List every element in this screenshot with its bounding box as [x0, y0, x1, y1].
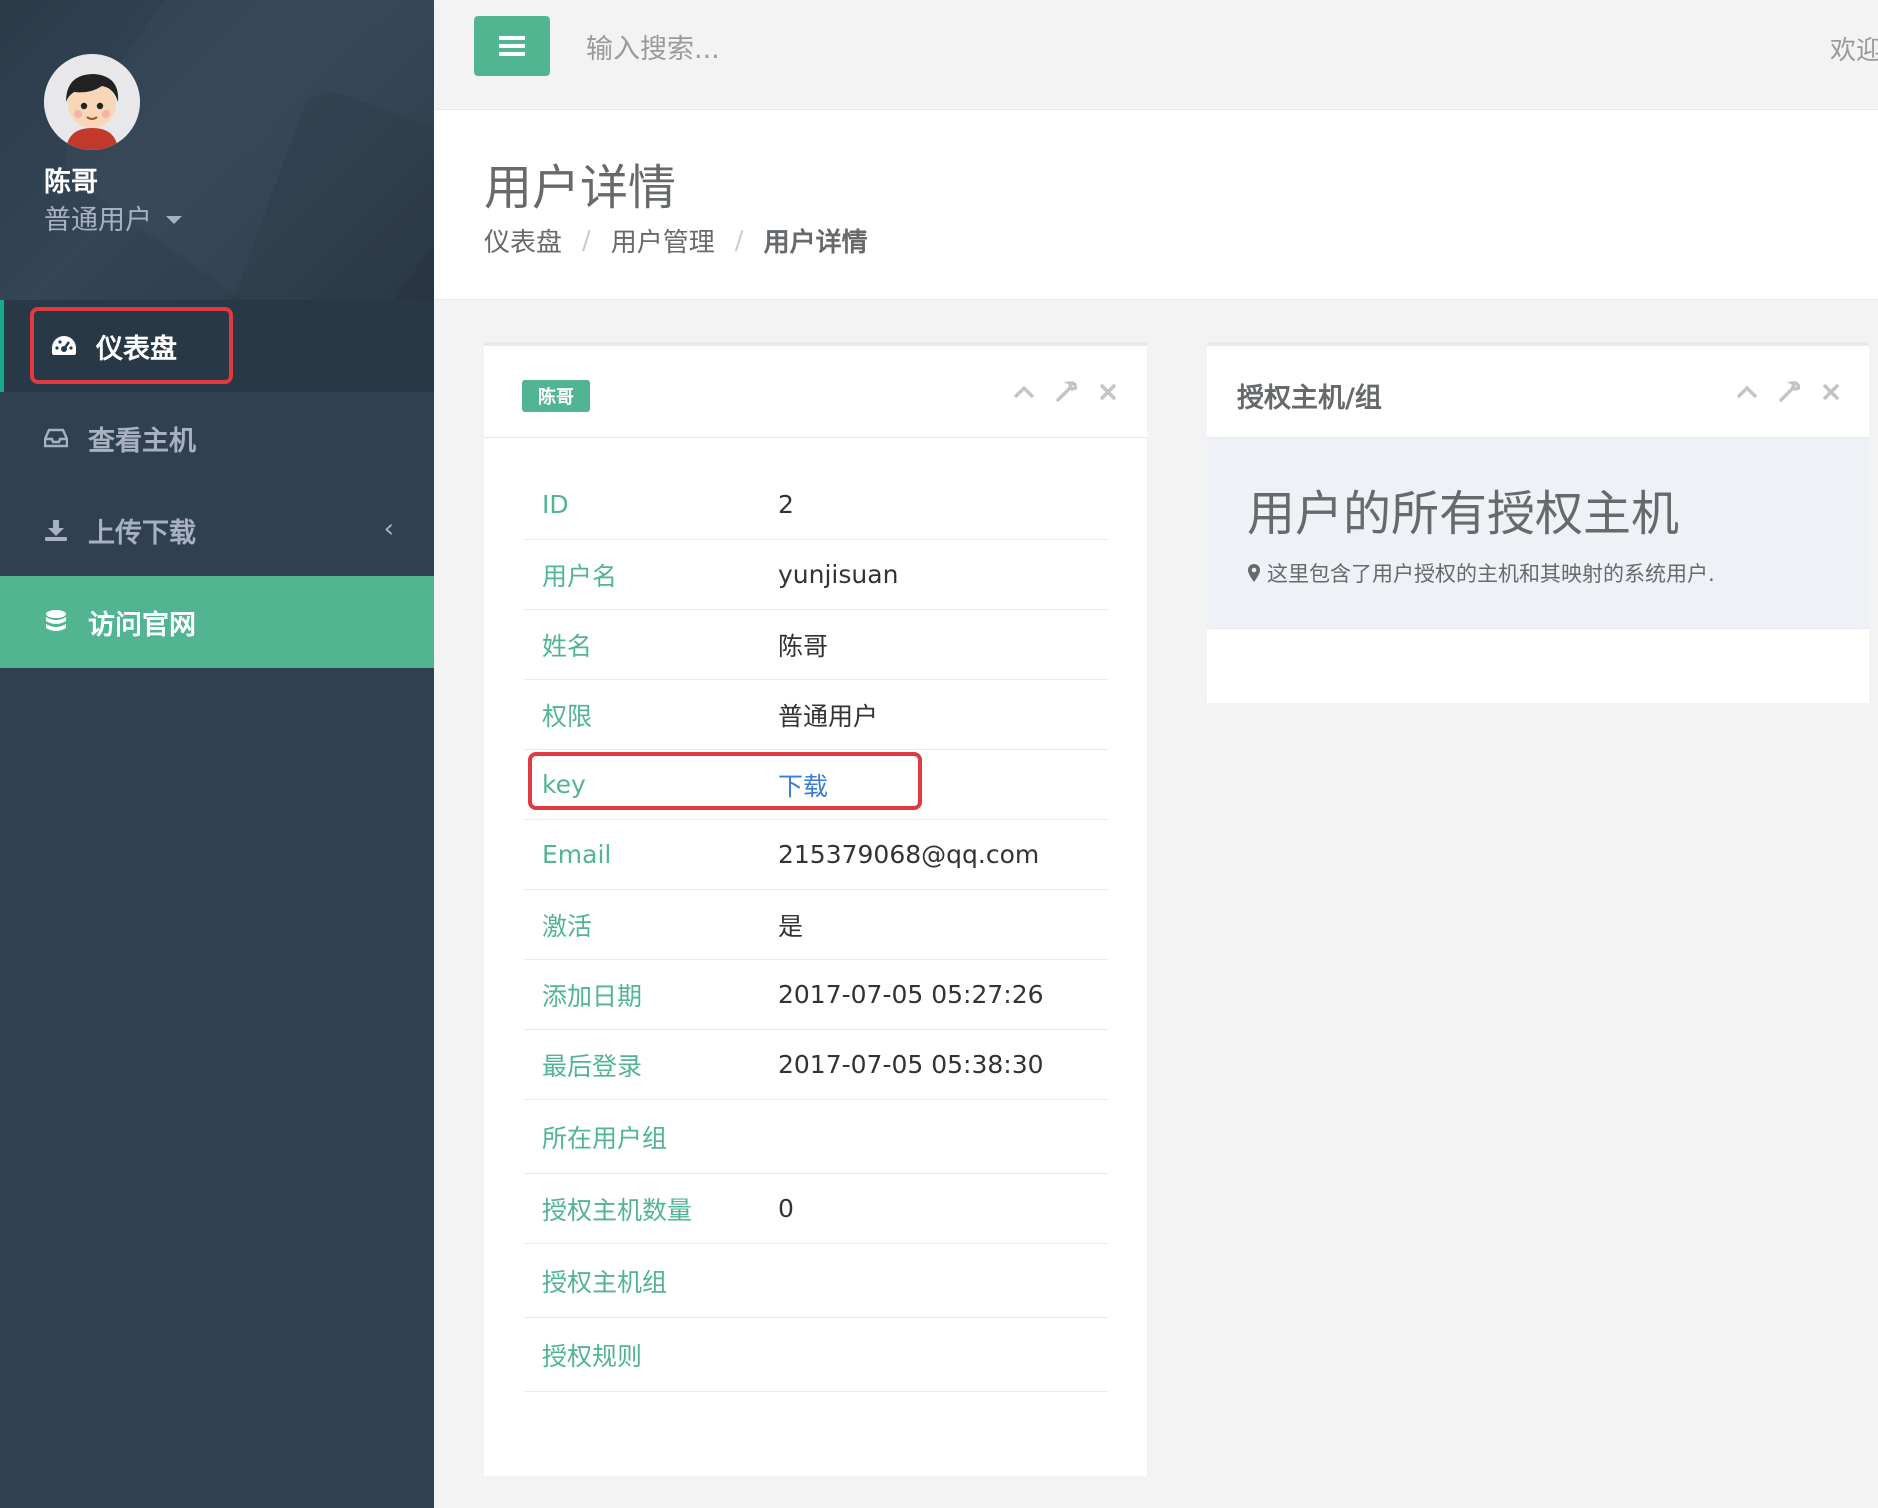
sidebar-item-upload-download[interactable]: 上传下载 ‹ — [0, 484, 434, 576]
field-value: 215379068@qq.com — [778, 840, 1040, 869]
table-row: 添加日期 2017-07-05 05:27:26 — [524, 960, 1108, 1030]
inbox-icon — [42, 424, 70, 452]
field-label: 最后登录 — [542, 1051, 643, 1081]
welcome-text: 欢迎 — [1830, 36, 1878, 66]
field-value: 2017-07-05 05:27:26 — [778, 980, 1044, 1009]
panel-title: 授权主机/组 — [1237, 383, 1382, 414]
breadcrumb-separator: / — [734, 225, 744, 256]
jumbotron-text: 这里包含了用户授权的主机和其映射的系统用户. — [1267, 562, 1715, 586]
collapse-icon[interactable] — [1012, 380, 1036, 404]
sidebar-item-visit-site[interactable]: 访问官网 — [0, 576, 434, 668]
collapse-icon[interactable] — [1735, 380, 1759, 404]
field-label: 添加日期 — [542, 981, 643, 1011]
avatar[interactable] — [44, 54, 140, 150]
highlight-box — [30, 307, 233, 384]
field-value: 陈哥 — [778, 631, 829, 661]
field-label: Email — [542, 840, 612, 869]
top-navbar: 欢迎 — [434, 0, 1878, 110]
search-input[interactable] — [584, 22, 1188, 76]
jumbotron-heading: 用户的所有授权主机 — [1247, 486, 1680, 542]
authorized-hosts-panel: 授权主机/组 用户的所有授权主机 这里包含了用户授权的主机和其映射的系统用户. — [1207, 342, 1869, 703]
highlight-box — [528, 752, 922, 810]
breadcrumb: 仪表盘 / 用户管理 / 用户详情 — [484, 222, 868, 259]
table-row: 激活 是 — [524, 890, 1108, 960]
sidebar-item-label: 上传下载 — [88, 517, 196, 549]
panel-header: 陈哥 — [484, 346, 1147, 438]
panel-tools — [1735, 380, 1843, 404]
field-value: yunjisuan — [778, 560, 899, 589]
panel-header: 授权主机/组 — [1207, 346, 1869, 438]
field-value: 是 — [778, 911, 804, 941]
wrench-icon[interactable] — [1054, 380, 1078, 404]
sidebar-item-label: 查看主机 — [88, 425, 196, 457]
field-label: ID — [542, 490, 569, 519]
field-label: 用户名 — [542, 561, 618, 591]
field-label: 姓名 — [542, 631, 593, 661]
table-row: 姓名 陈哥 — [524, 610, 1108, 680]
sidebar-item-label: 访问官网 — [88, 609, 196, 641]
table-row: 授权主机数量 0 — [524, 1174, 1108, 1244]
page-title: 用户详情 — [484, 160, 677, 216]
table-row: ID 2 — [524, 470, 1108, 540]
user-name-badge: 陈哥 — [522, 380, 590, 412]
profile-header: 陈哥 普通用户 — [0, 0, 434, 300]
field-value: 0 — [778, 1194, 794, 1223]
chevron-left-icon: ‹ — [383, 514, 394, 544]
page-heading: 用户详情 仪表盘 / 用户管理 / 用户详情 — [434, 110, 1878, 300]
close-icon[interactable] — [1819, 380, 1843, 404]
close-icon[interactable] — [1096, 380, 1120, 404]
profile-role-dropdown[interactable]: 普通用户 — [44, 198, 182, 237]
profile-role-label: 普通用户 — [44, 205, 152, 236]
hamburger-icon — [499, 36, 525, 56]
field-label: 授权主机数量 — [542, 1195, 693, 1225]
table-row: 用户名 yunjisuan — [524, 540, 1108, 610]
download-icon — [42, 516, 70, 544]
sidebar: 陈哥 普通用户 仪表盘 查看主机 上传下载 ‹ 访问官网 — [0, 0, 434, 1508]
field-value: 2017-07-05 05:38:30 — [778, 1050, 1044, 1079]
field-label: 所在用户组 — [542, 1123, 668, 1153]
field-value: 2 — [778, 490, 794, 519]
table-row: 授权规则 — [524, 1318, 1108, 1392]
field-label: 授权主机组 — [542, 1267, 668, 1297]
table-row: 所在用户组 — [524, 1100, 1108, 1174]
field-label: 权限 — [542, 701, 593, 731]
jumbotron-description: 这里包含了用户授权的主机和其映射的系统用户. — [1247, 558, 1715, 588]
map-marker-icon — [1247, 563, 1261, 583]
field-label: 授权规则 — [542, 1341, 643, 1371]
breadcrumb-item-user-management[interactable]: 用户管理 — [611, 222, 715, 259]
caret-down-icon — [166, 215, 182, 224]
hosts-jumbotron: 用户的所有授权主机 这里包含了用户授权的主机和其映射的系统用户. — [1207, 438, 1869, 629]
table-row: 授权主机组 — [524, 1244, 1108, 1318]
sidebar-item-hosts[interactable]: 查看主机 — [0, 392, 434, 484]
table-row: 最后登录 2017-07-05 05:38:30 — [524, 1030, 1108, 1100]
breadcrumb-item-dashboard[interactable]: 仪表盘 — [484, 222, 562, 259]
profile-name: 陈哥 — [44, 167, 98, 198]
field-value: 普通用户 — [778, 701, 879, 731]
field-label: 激活 — [542, 911, 593, 941]
table-row: 权限 普通用户 — [524, 680, 1108, 750]
table-row: Email 215379068@qq.com — [524, 820, 1108, 890]
menu-toggle-button[interactable] — [474, 16, 550, 76]
database-icon — [42, 608, 70, 636]
breadcrumb-item-current: 用户详情 — [763, 228, 868, 258]
wrench-icon[interactable] — [1777, 380, 1801, 404]
panel-tools — [1012, 380, 1120, 404]
breadcrumb-separator: / — [582, 225, 591, 256]
